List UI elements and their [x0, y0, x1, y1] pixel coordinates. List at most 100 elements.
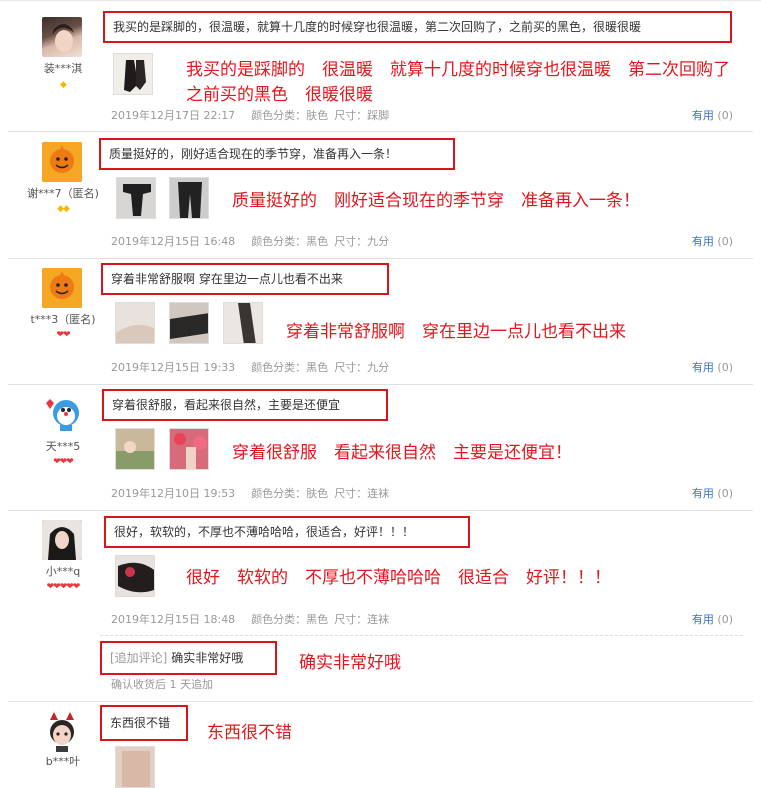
review-content: 很好，软软的，不厚也不薄哈哈哈，很适合，好评！！！	[104, 516, 470, 548]
useful-button[interactable]: 有用	[692, 235, 714, 248]
size-variant: 尺寸：连袜	[334, 487, 390, 500]
username[interactable]: 谢***7（匿名)	[0, 185, 126, 201]
user-level-badge: ❤❤❤❤❤	[46, 582, 81, 592]
review-date: 2019年12月10日 19:53	[111, 487, 236, 500]
append-text: 确实非常好哦	[171, 651, 244, 665]
color-variant: 颜色分类：黑色	[251, 361, 329, 374]
useful-button[interactable]: 有用	[692, 487, 714, 500]
avatar[interactable]	[42, 142, 82, 182]
product-image-icon	[170, 178, 208, 218]
review-image[interactable]	[115, 302, 155, 344]
color-variant: 颜色分类：肤色	[251, 487, 329, 500]
useful-button[interactable]: 有用	[692, 109, 714, 122]
useful-count: (0)	[717, 613, 733, 626]
avatar[interactable]	[42, 17, 82, 57]
append-tag: [追加评论]	[110, 651, 168, 665]
cartoon-avatar-icon	[46, 399, 79, 431]
user-photo-icon	[42, 520, 82, 560]
avatar[interactable]	[42, 712, 82, 752]
review-image[interactable]	[169, 302, 209, 344]
product-image-icon	[224, 303, 262, 343]
useful-counter: 有用 (0)	[692, 107, 733, 123]
annotation-text: 穿着很舒服 看起来很自然 主要是还便宜！	[232, 443, 572, 463]
review-image[interactable]	[115, 428, 155, 470]
annotation-text: 很好 软软的 不厚也不薄哈哈哈 很适合 好评！！！	[186, 568, 611, 588]
review-item: 天***5 ❤❤❤ 穿着很舒服，看起来很自然，主要是还便宜 穿着很舒服 看起来很…	[0, 385, 761, 511]
annotation-text: 东西很不错	[207, 723, 292, 743]
append-review: [追加评论] 确实非常好哦	[100, 641, 277, 675]
useful-button[interactable]: 有用	[692, 613, 714, 626]
default-avatar-icon	[42, 268, 82, 308]
avatar[interactable]	[42, 393, 82, 433]
review-image[interactable]	[115, 555, 155, 597]
user-level-badge: ❤❤❤	[53, 457, 74, 467]
user-level-badge: ◆	[60, 80, 67, 90]
product-image-icon	[116, 303, 154, 343]
review-content: 我买的是踩脚的，很温暖，就算十几度的时候穿也很温暖，第二次回购了，之前买的黑色，…	[103, 11, 732, 43]
useful-count: (0)	[717, 487, 733, 500]
product-image-icon	[116, 429, 154, 469]
review-meta: 2019年12月15日 16:48 颜色分类：黑色 尺寸：九分	[111, 233, 411, 249]
append-note: 确认收货后 1 天追加	[111, 678, 213, 691]
review-content: 东西很不错	[100, 705, 188, 741]
size-variant: 尺寸：连袜	[334, 613, 390, 626]
cartoon-avatar-icon	[50, 712, 74, 752]
username[interactable]: b***叶	[0, 753, 126, 769]
username[interactable]: 小***q	[0, 563, 126, 579]
annotation-text: 穿着非常舒服啊 穿在里边一点儿也看不出来	[286, 322, 626, 342]
review-item: b***叶 东西很不错 东西很不错	[0, 702, 761, 788]
review-date: 2019年12月17日 22:17	[111, 109, 236, 122]
size-variant: 尺寸：九分	[334, 235, 390, 248]
append-divider	[100, 635, 743, 636]
review-image[interactable]	[116, 177, 156, 219]
review-content: 穿着非常舒服啊 穿在里边一点儿也看不出来	[101, 263, 389, 295]
username[interactable]: 装***淇	[0, 60, 126, 76]
color-variant: 颜色分类：黑色	[251, 235, 329, 248]
product-image-icon	[114, 54, 152, 94]
product-image-icon	[116, 747, 154, 787]
product-image-icon	[170, 429, 208, 469]
review-meta: 2019年12月10日 19:53 颜色分类：肤色 尺寸：连袜	[111, 485, 411, 501]
product-image-icon	[117, 178, 155, 218]
product-image-icon	[170, 303, 208, 343]
user-photo-icon	[52, 24, 74, 52]
useful-count: (0)	[717, 361, 733, 374]
useful-counter: 有用 (0)	[692, 485, 733, 501]
review-date: 2019年12月15日 16:48	[111, 235, 236, 248]
avatar[interactable]	[42, 520, 82, 560]
username[interactable]: t***3（匿名)	[0, 311, 126, 327]
color-variant: 颜色分类：黑色	[251, 613, 329, 626]
review-date: 2019年12月15日 18:48	[111, 613, 236, 626]
review-meta: 2019年12月17日 22:17 颜色分类：肤色 尺寸：踩脚	[111, 107, 411, 123]
color-variant: 颜色分类：肤色	[251, 109, 329, 122]
review-content: 质量挺好的，刚好适合现在的季节穿，准备再入一条！	[99, 138, 455, 170]
review-item: t***3（匿名) ❤❤ 穿着非常舒服啊 穿在里边一点儿也看不出来 穿着非常舒服…	[0, 259, 761, 385]
useful-count: (0)	[717, 109, 733, 122]
review-item: 小***q ❤❤❤❤❤ 很好，软软的，不厚也不薄哈哈哈，很适合，好评！！！ 很好…	[0, 511, 761, 702]
review-image[interactable]	[113, 53, 153, 95]
append-annotation: 确实非常好哦	[299, 653, 401, 673]
useful-count: (0)	[717, 235, 733, 248]
review-image[interactable]	[115, 746, 155, 788]
size-variant: 尺寸：踩脚	[334, 109, 390, 122]
useful-counter: 有用 (0)	[692, 611, 733, 627]
review-image[interactable]	[169, 177, 209, 219]
annotation-text: 我买的是踩脚的 很温暖 就算十几度的时候穿也很温暖 第二次回购了 之前买的黑色 …	[186, 60, 747, 105]
default-avatar-icon	[42, 142, 82, 182]
user-level-badge: ❤❤	[56, 330, 70, 340]
product-image-icon	[116, 556, 154, 596]
review-item: 装***淇 ◆ 我买的是踩脚的，很温暖，就算十几度的时候穿也很温暖，第二次回购了…	[0, 0, 761, 132]
username[interactable]: 天***5	[0, 438, 126, 454]
useful-counter: 有用 (0)	[692, 233, 733, 249]
avatar[interactable]	[42, 268, 82, 308]
useful-counter: 有用 (0)	[692, 359, 733, 375]
review-meta: 2019年12月15日 18:48 颜色分类：黑色 尺寸：连袜	[111, 611, 411, 627]
useful-button[interactable]: 有用	[692, 361, 714, 374]
annotation-text: 质量挺好的 刚好适合现在的季节穿 准备再入一条！	[232, 191, 640, 211]
review-content: 穿着很舒服，看起来很自然，主要是还便宜	[102, 389, 388, 421]
review-date: 2019年12月15日 19:33	[111, 361, 236, 374]
size-variant: 尺寸：九分	[334, 361, 390, 374]
review-image[interactable]	[223, 302, 263, 344]
review-image[interactable]	[169, 428, 209, 470]
review-meta: 2019年12月15日 19:33 颜色分类：黑色 尺寸：九分	[111, 359, 411, 375]
